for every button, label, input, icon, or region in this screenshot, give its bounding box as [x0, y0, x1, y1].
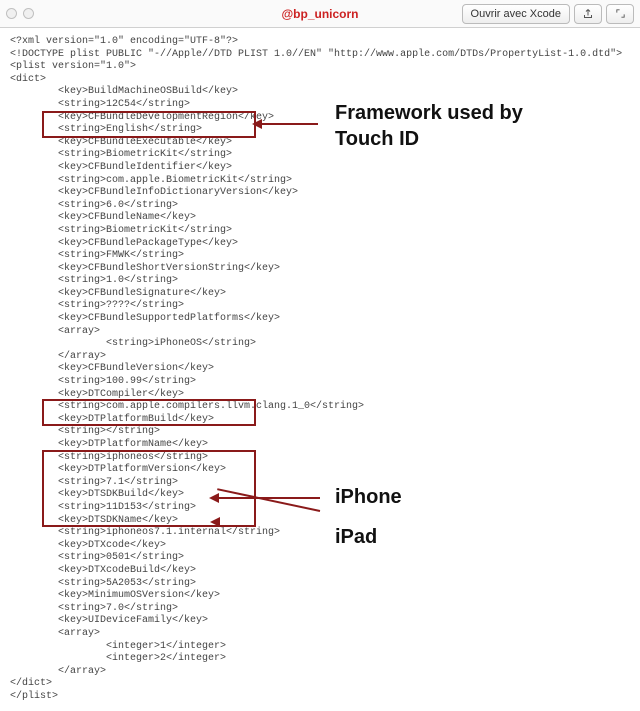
open-xcode-button[interactable]: Ouvrir avec Xcode	[462, 4, 570, 24]
title-bar: @bp_unicorn Ouvrir avec Xcode	[0, 0, 640, 28]
code-view: <?xml version="1.0" encoding="UTF-8"?> <…	[0, 28, 640, 711]
fullscreen-icon[interactable]	[606, 4, 634, 24]
close-window-button[interactable]	[6, 8, 17, 19]
share-icon[interactable]	[574, 4, 602, 24]
toolbar-right: Ouvrir avec Xcode	[462, 4, 634, 24]
minimize-window-button[interactable]	[23, 8, 34, 19]
